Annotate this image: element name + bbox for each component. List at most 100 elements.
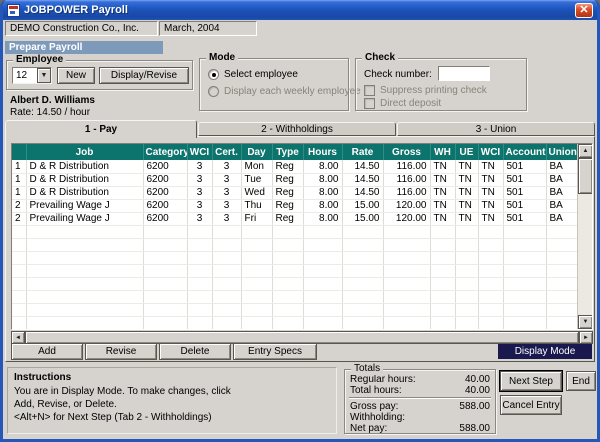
grid-cell (455, 225, 479, 239)
tab-pay[interactable]: 1 - Pay (5, 120, 197, 138)
grid-cell (143, 264, 188, 278)
grid-cell (430, 277, 456, 291)
window-content: DEMO Construction Co., Inc. March, 2004 … (3, 20, 597, 439)
grid-cell (241, 225, 273, 239)
grid-cell (546, 251, 579, 265)
column-header[interactable]: UE (455, 144, 479, 160)
grid-cell (212, 264, 242, 278)
grid-cell: 1 (12, 160, 27, 174)
delete-button[interactable]: Delete (159, 343, 231, 360)
column-header[interactable]: Job (26, 144, 144, 160)
column-header[interactable]: Union (546, 144, 579, 160)
grid-empty-row[interactable] (12, 225, 579, 239)
column-header[interactable]: WH (430, 144, 456, 160)
grid-empty-row[interactable] (12, 264, 579, 278)
chevron-down-icon[interactable]: ▼ (37, 68, 51, 83)
grid-cell (303, 251, 343, 265)
column-header[interactable]: WCI (187, 144, 213, 160)
grid-cell (212, 316, 242, 329)
column-header[interactable]: Rate (342, 144, 384, 160)
grid-cell (478, 264, 504, 278)
revise-button[interactable]: Revise (85, 343, 157, 360)
radio-icon[interactable] (208, 86, 219, 97)
grid-cell: 501 (503, 212, 547, 226)
grid-cell: 116.00 (383, 173, 431, 187)
radio-select-employee[interactable]: Select employee (208, 69, 298, 80)
grid-row[interactable]: 1D & R Distribution 6200 3 3 Mon Reg 8.00 14.50… (12, 160, 579, 174)
grid-empty-row[interactable] (12, 277, 579, 291)
grid-cell: 14.50 (342, 173, 384, 187)
grid-cell (12, 264, 27, 278)
grid-cell (187, 238, 213, 252)
column-header[interactable]: Category (143, 144, 188, 160)
grid-cell (241, 264, 273, 278)
grid-cell: 8.00 (303, 160, 343, 174)
column-header[interactable]: Type (272, 144, 304, 160)
grid-cell (212, 303, 242, 317)
grid-cell (272, 303, 304, 317)
column-header[interactable]: Cert. (212, 144, 242, 160)
grid-cell: Fri (241, 212, 273, 226)
grid-cell: TN (478, 199, 504, 213)
grid-cell: 3 (212, 212, 242, 226)
radio-icon[interactable] (208, 69, 219, 80)
end-button[interactable]: End (566, 371, 596, 391)
grid-row[interactable]: 1D & R Distribution 6200 3 3 Tue Reg 8.00 14.50… (12, 173, 579, 187)
vertical-scroll-thumb[interactable] (578, 158, 592, 194)
grid-cell: TN (430, 160, 456, 174)
column-header[interactable] (12, 144, 27, 160)
tab-union[interactable]: 3 - Union (397, 122, 595, 136)
grid-empty-row[interactable] (12, 238, 579, 252)
grid-empty-row[interactable] (12, 290, 579, 304)
grid-cell (241, 277, 273, 291)
employee-group-legend: Employee (13, 54, 67, 66)
app-window: JOBPOWER Payroll ✕ DEMO Construction Co.… (0, 0, 600, 442)
grid-cell: 3 (212, 199, 242, 213)
column-header[interactable]: Hours (303, 144, 343, 160)
cancel-entry-button[interactable]: Cancel Entry (500, 395, 562, 415)
grid-cell: 2 (12, 199, 27, 213)
radio-display-each-weekly[interactable]: Display each weekly employee (208, 86, 361, 97)
employee-number-select[interactable]: 12 ▼ (12, 67, 52, 84)
add-button[interactable]: Add (11, 343, 83, 360)
grid-cell (303, 264, 343, 278)
grid-cell (342, 303, 384, 317)
grid-cell (503, 264, 547, 278)
column-header[interactable]: Account (503, 144, 547, 160)
display-revise-button[interactable]: Display/Revise (99, 67, 189, 84)
vertical-scrollbar[interactable]: ▲ ▼ (577, 144, 592, 329)
column-header[interactable]: Day (241, 144, 273, 160)
entry-specs-button[interactable]: Entry Specs (233, 343, 317, 360)
close-icon[interactable]: ✕ (575, 2, 593, 18)
grid-cell (342, 277, 384, 291)
grid-row[interactable]: 2 Prevailing Wage J 6200 3 3 Fri Reg 8.00 15.00 1… (12, 212, 579, 226)
scroll-right-icon[interactable]: ► (579, 331, 593, 344)
grid-empty-row[interactable] (12, 251, 579, 265)
grid-cell: 3 (212, 160, 242, 174)
next-step-button[interactable]: Next Step (500, 371, 562, 391)
tab-withholdings[interactable]: 2 - Withholdings (198, 122, 396, 136)
check-number-input[interactable] (438, 66, 490, 81)
grid-cell: 6200 (143, 160, 188, 174)
grid-cell (272, 277, 304, 291)
grid-row[interactable]: 1D & R Distribution 6200 3 3 Wed Reg 8.00 14.50… (12, 186, 579, 200)
scroll-down-icon[interactable]: ▼ (578, 315, 592, 329)
scroll-up-icon[interactable]: ▲ (578, 144, 592, 158)
grid-cell (503, 251, 547, 265)
column-header[interactable]: WCI (478, 144, 504, 160)
radio-select-employee-label: Select employee (224, 69, 298, 80)
grid-empty-row[interactable] (12, 316, 579, 329)
checkbox-suppress-printing[interactable]: Suppress printing check (364, 85, 487, 96)
grid-row[interactable]: 2 Prevailing Wage J 6200 3 3 Thu Reg 8.00 15.00 1… (12, 199, 579, 213)
checkbox-icon[interactable] (364, 98, 375, 109)
new-button[interactable]: New (57, 67, 95, 84)
checkbox-icon[interactable] (364, 85, 375, 96)
grid-cell: 3 (187, 186, 213, 200)
grid-empty-row[interactable] (12, 303, 579, 317)
total-row: Withholding: (345, 412, 495, 423)
grid-cell (303, 316, 343, 329)
grid-cell: BA (546, 199, 579, 213)
mode-group-legend: Mode (206, 52, 239, 64)
checkbox-direct-deposit[interactable]: Direct deposit (364, 98, 441, 109)
column-header[interactable]: Gross (383, 144, 431, 160)
